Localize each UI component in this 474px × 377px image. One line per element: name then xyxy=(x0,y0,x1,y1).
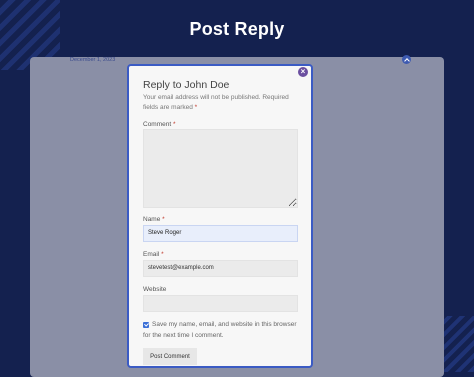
scroll-up-icon[interactable] xyxy=(402,55,411,64)
required-mark: * xyxy=(161,251,164,258)
name-label-text: Name xyxy=(143,216,161,223)
privacy-note: Your email address will not be published… xyxy=(143,93,303,113)
required-mark: * xyxy=(162,216,165,223)
modal-title: Reply to John Doe xyxy=(143,79,230,91)
email-label: Email * xyxy=(143,251,164,258)
decor-stripes-bottom-right xyxy=(440,316,474,372)
name-label: Name * xyxy=(143,216,165,223)
close-icon[interactable]: × xyxy=(298,67,308,77)
save-info-label: Save my name, email, and website in this… xyxy=(143,321,297,339)
email-label-text: Email xyxy=(143,251,160,258)
page-title: Post Reply xyxy=(189,19,285,39)
name-input[interactable]: Steve Roger xyxy=(143,225,298,242)
comment-label-text: Comment xyxy=(143,121,172,128)
comment-textarea[interactable] xyxy=(143,129,298,208)
comment-label: Comment * xyxy=(143,121,176,128)
website-input[interactable] xyxy=(143,295,298,312)
required-mark: * xyxy=(194,104,198,111)
email-input[interactable]: stevetest@example.com xyxy=(143,260,298,277)
post-comment-button[interactable]: Post Comment xyxy=(143,348,197,365)
privacy-note-text: Your email address will not be published… xyxy=(143,94,289,111)
required-mark: * xyxy=(173,121,176,128)
comment-date: December 1, 2023 xyxy=(70,57,116,63)
website-label: Website xyxy=(143,286,167,293)
